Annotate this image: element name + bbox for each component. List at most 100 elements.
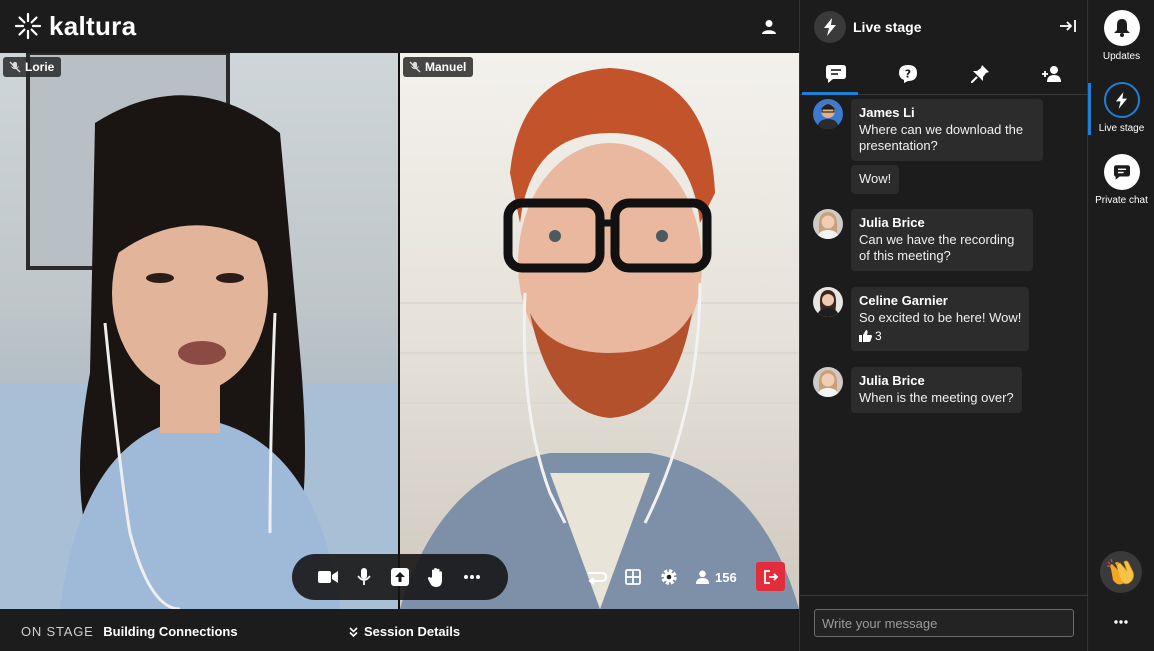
pin-icon	[971, 64, 989, 83]
live-stage-badge	[1103, 82, 1140, 118]
collapse-panel-button[interactable]	[1057, 15, 1079, 37]
rail-label: Live stage	[1098, 123, 1145, 134]
kaltura-logo-icon	[14, 12, 42, 40]
chat-bubble: Julia Brice Can we have the recording of…	[851, 209, 1033, 271]
svg-text:?: ?	[905, 67, 911, 80]
grid-view-button[interactable]	[620, 564, 646, 590]
lightning-icon	[824, 18, 836, 36]
right-rail: Updates Live stage Private chat	[1088, 0, 1154, 651]
rail-item-live-stage[interactable]: Live stage	[1089, 82, 1154, 134]
user-icon	[762, 20, 776, 34]
microphone-icon	[357, 568, 371, 585]
message-composer	[800, 595, 1088, 651]
share-screen-icon	[391, 568, 409, 586]
participant-name-tag: Manuel	[403, 57, 474, 77]
loop-arrow-icon	[588, 572, 608, 585]
message-author: James Li	[859, 105, 915, 120]
people-icon	[1042, 65, 1061, 82]
microphone-button[interactable]	[351, 564, 377, 590]
more-horizontal-icon	[464, 575, 480, 579]
chat-message: James Li Where can we download the prese…	[813, 99, 1043, 161]
avatar	[813, 367, 843, 397]
rail-item-private-chat[interactable]: Private chat	[1089, 154, 1154, 206]
message-author: Julia Brice	[859, 373, 925, 388]
chat-bubble: Julia Brice When is the meeting over?	[851, 367, 1022, 413]
message-text: When is the meeting over?	[859, 390, 1014, 405]
tab-people[interactable]	[1016, 53, 1088, 94]
raise-hand-icon	[428, 567, 442, 587]
message-text: Can we have the recording of this meetin…	[859, 232, 1015, 263]
participant-tile-manuel: Manuel	[400, 53, 799, 609]
mic-off-icon	[409, 61, 421, 73]
tab-chat[interactable]	[800, 53, 872, 95]
message-author: Celine Garnier	[859, 293, 948, 308]
chat-message: Wow!	[851, 165, 900, 194]
message-text: Where can we download the presentation?	[859, 122, 1024, 153]
more-options-button[interactable]	[459, 564, 485, 590]
reaction-count: 3	[875, 329, 882, 343]
participant-name: Lorie	[25, 60, 55, 74]
media-controls	[292, 554, 508, 600]
chat-message: Julia Brice When is the meeting over?	[813, 367, 1022, 413]
question-icon: ?	[899, 64, 917, 83]
message-text: Wow!	[859, 171, 892, 186]
bell-icon	[1113, 19, 1130, 37]
panel-header: Live stage	[800, 0, 1088, 53]
person-icon	[696, 570, 709, 584]
logo-text: kaltura	[49, 11, 137, 41]
tab-questions[interactable]: ?	[872, 53, 944, 94]
reaction[interactable]: 3	[859, 328, 1021, 344]
collapse-arrow-icon	[1060, 20, 1076, 32]
mic-off-icon	[9, 61, 21, 73]
rail-label: Private chat	[1095, 195, 1148, 206]
on-stage-info: ON STAGE Building Connections	[21, 624, 238, 639]
message-author: Julia Brice	[859, 215, 925, 230]
leave-session-button[interactable]	[756, 562, 785, 591]
double-chevron-down-icon	[349, 626, 358, 637]
gear-icon	[661, 569, 677, 585]
participant-video-lorie	[0, 53, 398, 609]
settings-button[interactable]	[656, 564, 682, 590]
session-details-button[interactable]: Session Details	[349, 624, 460, 639]
bottom-bar: ON STAGE Building Connections Session De…	[0, 609, 799, 651]
chat-bubble: James Li Where can we download the prese…	[851, 99, 1043, 161]
avatar	[813, 209, 843, 239]
private-chat-badge	[1103, 154, 1140, 190]
rail-more-button[interactable]	[1109, 612, 1133, 632]
raise-hand-button[interactable]	[423, 564, 449, 590]
rail-item-updates[interactable]: Updates	[1089, 10, 1154, 62]
chat-message: Celine Garnier So excited to be here! Wo…	[813, 287, 1030, 351]
participant-name-tag: Lorie	[3, 57, 62, 77]
clapping-hands-icon	[1107, 559, 1134, 585]
camera-button[interactable]	[315, 564, 341, 590]
chat-icon	[826, 64, 846, 83]
lightning-icon	[1115, 91, 1128, 109]
session-title: Building Connections	[103, 624, 238, 639]
clap-reaction-button[interactable]	[1100, 551, 1142, 593]
message-text: So excited to be here! Wow!	[859, 310, 1022, 325]
avatar	[813, 287, 843, 317]
panel-title: Live stage	[853, 19, 922, 35]
stage-controls: 156	[584, 562, 737, 592]
grid-icon	[625, 569, 641, 585]
exit-icon	[763, 569, 778, 584]
participant-name: Manuel	[425, 60, 467, 74]
participant-tile-lorie: Lorie	[0, 53, 398, 609]
top-bar: kaltura	[0, 0, 799, 53]
lightning-badge	[814, 11, 846, 43]
more-horizontal-icon	[1114, 620, 1128, 624]
message-input[interactable]	[814, 609, 1074, 637]
live-stage-panel: Live stage ? James Li Where can we downl…	[799, 0, 1088, 651]
chat-message: Julia Brice Can we have the recording of…	[813, 209, 1033, 271]
chat-bubble: Wow!	[851, 165, 900, 194]
share-screen-button[interactable]	[387, 564, 413, 590]
session-details-label: Session Details	[364, 624, 461, 639]
kaltura-logo: kaltura	[14, 12, 136, 40]
switch-layout-button[interactable]	[584, 564, 610, 590]
chat-bubble: Celine Garnier So excited to be here! Wo…	[851, 287, 1030, 351]
on-stage-label: ON STAGE	[21, 624, 94, 639]
user-profile-button[interactable]	[756, 14, 782, 40]
tab-pinned[interactable]	[944, 53, 1016, 94]
rail-label: Updates	[1102, 51, 1141, 62]
avatar	[813, 99, 843, 129]
